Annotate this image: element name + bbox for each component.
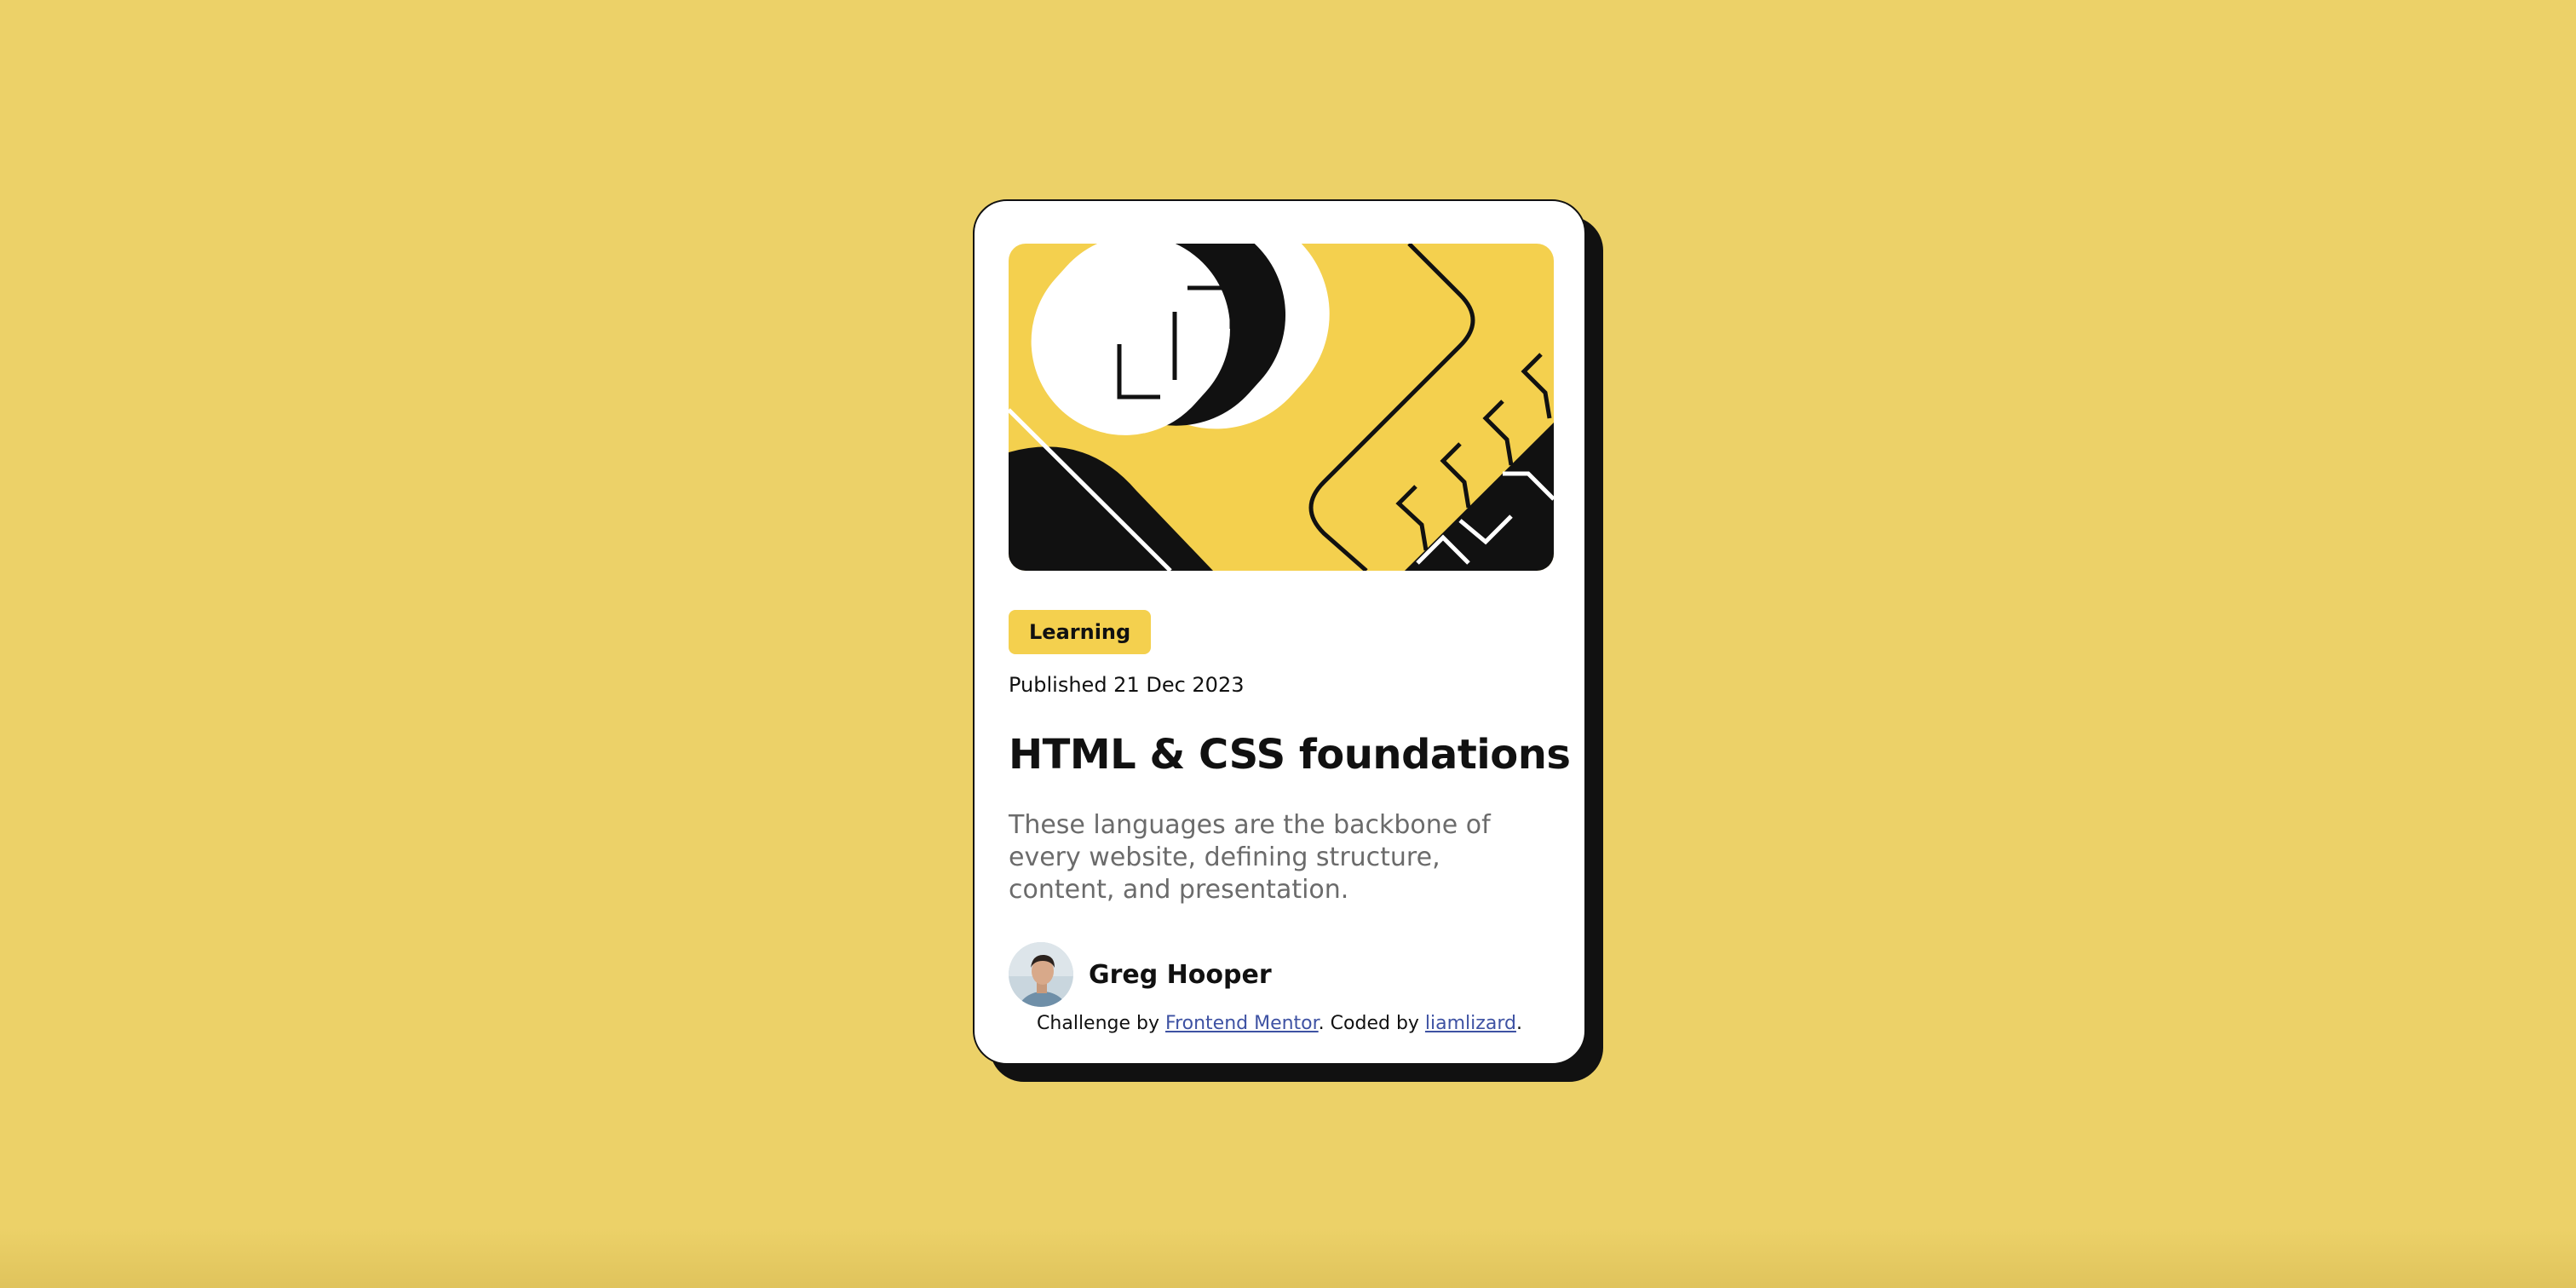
blog-preview-card: Learning Published 21 Dec 2023 HTML & CS…: [973, 199, 1586, 1065]
article-title[interactable]: HTML & CSS foundations: [1009, 727, 1571, 782]
frontend-mentor-link[interactable]: Frontend Mentor: [1165, 1013, 1319, 1034]
avatar: [1009, 942, 1073, 1007]
attribution: Challenge by Frontend Mentor. Coded by l…: [975, 1010, 1584, 1038]
attribution-suffix: .: [1515, 1013, 1522, 1034]
attribution-prefix: Challenge by: [1037, 1013, 1166, 1034]
author-link[interactable]: liamlizard: [1425, 1013, 1516, 1034]
attribution-middle: . Coded by: [1318, 1013, 1425, 1034]
article-description: These languages are the backbone of ever…: [1009, 810, 1491, 905]
author: Greg Hooper: [1009, 942, 1272, 1007]
hero-illustration: [1009, 244, 1554, 571]
published-date: Published 21 Dec 2023: [1009, 673, 1245, 697]
bottom-shade: [0, 1228, 2576, 1288]
author-name: Greg Hooper: [1089, 959, 1272, 990]
category-tag: Learning: [1009, 610, 1152, 654]
page: Learning Published 21 Dec 2023 HTML & CS…: [0, 0, 2576, 1288]
